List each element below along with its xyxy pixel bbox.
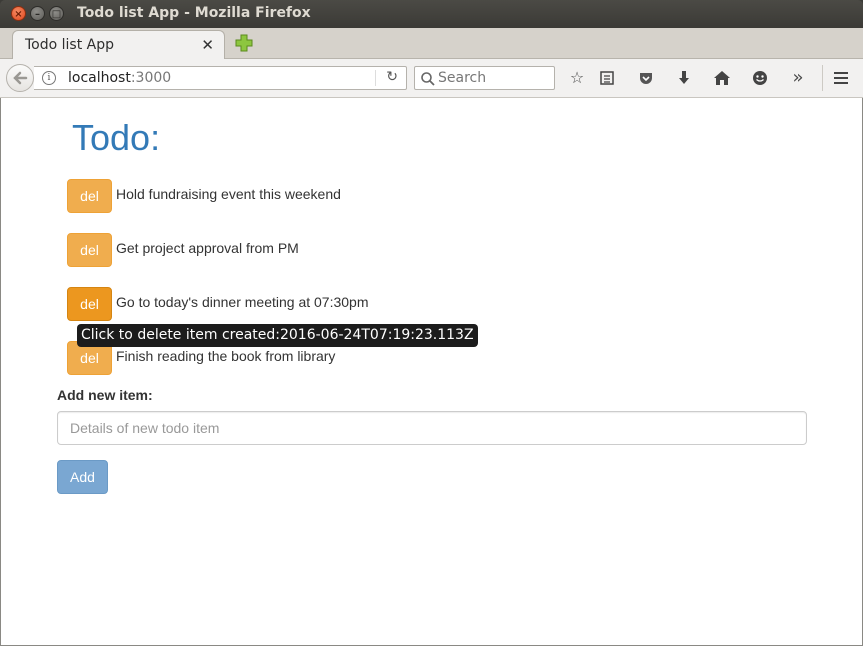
delete-tooltip: Click to delete item created:2016-06-24T… <box>77 324 478 347</box>
todo-text: Get project approval from PM <box>116 240 299 256</box>
downloads-icon[interactable] <box>674 68 694 88</box>
toolbar-divider <box>822 65 823 91</box>
url-host: localhost <box>68 70 131 86</box>
url-divider <box>375 70 376 86</box>
page-content: Todo: del Hold fundraising event this we… <box>1 98 862 645</box>
pocket-icon[interactable] <box>636 68 656 88</box>
hello-smiley-icon[interactable] <box>750 68 770 88</box>
window-minimize-icon[interactable]: – <box>30 6 45 21</box>
search-bar[interactable]: Search <box>414 66 555 90</box>
url-text[interactable]: localhost:3000 <box>68 70 171 86</box>
delete-button[interactable]: del <box>67 287 112 321</box>
add-item-label: Add new item: <box>57 387 153 403</box>
tab-close-icon[interactable]: ✕ <box>201 36 214 54</box>
navigation-toolbar: i localhost:3000 ↻ Search ☆ » <box>0 59 863 98</box>
delete-button[interactable]: del <box>67 233 112 267</box>
todo-text: Hold fundraising event this weekend <box>116 186 341 202</box>
todo-text: Finish reading the book from library <box>116 348 336 364</box>
home-icon[interactable] <box>712 68 732 88</box>
back-button[interactable] <box>6 64 34 92</box>
window-maximize-icon[interactable]: □ <box>49 6 64 21</box>
delete-button[interactable]: del <box>67 179 112 213</box>
bookmarks-list-icon[interactable] <box>597 68 617 88</box>
search-icon <box>421 72 435 86</box>
add-button[interactable]: Add <box>57 460 108 494</box>
site-info-icon[interactable]: i <box>42 71 56 85</box>
overflow-chevron-icon[interactable]: » <box>788 68 808 88</box>
reload-icon[interactable]: ↻ <box>386 69 398 85</box>
page-title: Todo: <box>72 117 161 158</box>
url-bar[interactable]: i localhost:3000 ↻ <box>34 66 407 90</box>
todo-text: Go to today's dinner meeting at 07:30pm <box>116 294 369 310</box>
window-close-icon[interactable]: × <box>11 6 26 21</box>
back-arrow-icon <box>13 71 28 85</box>
new-item-input[interactable] <box>57 411 807 445</box>
url-port: :3000 <box>130 70 172 86</box>
tab-strip: Todo list App ✕ <box>0 28 863 60</box>
tab-todo-list-app[interactable]: Todo list App ✕ <box>12 30 225 60</box>
search-placeholder: Search <box>438 70 487 86</box>
window-title: Todo list App - Mozilla Firefox <box>77 5 311 21</box>
bookmark-star-icon[interactable]: ☆ <box>567 68 587 88</box>
tab-label: Todo list App <box>25 37 115 53</box>
new-tab-plus-icon[interactable] <box>234 33 254 53</box>
hamburger-menu-icon[interactable] <box>831 68 851 88</box>
window-titlebar: × – □ Todo list App - Mozilla Firefox <box>0 0 863 28</box>
